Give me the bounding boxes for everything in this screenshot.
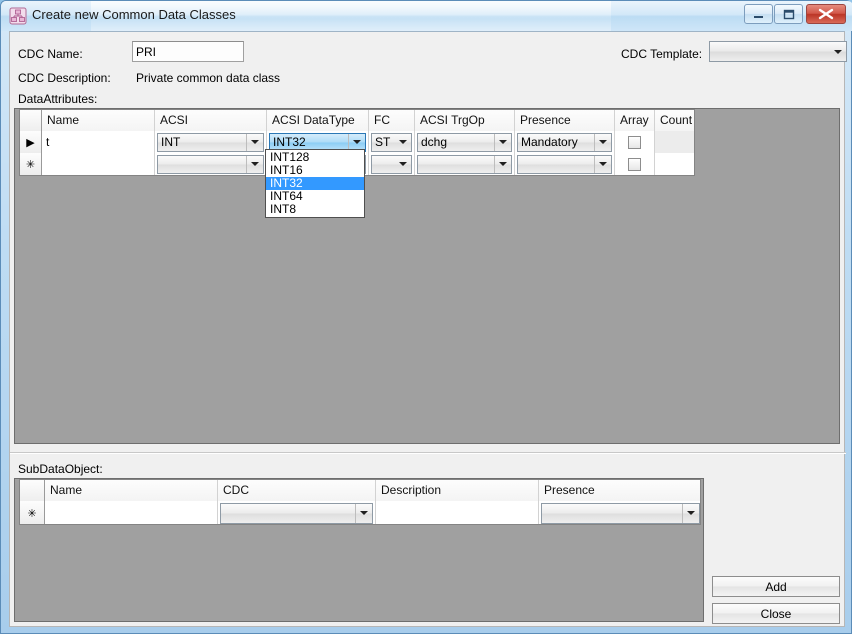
- table-row[interactable]: ✳: [20, 501, 700, 524]
- cell-name: [42, 153, 155, 175]
- column-header-cdc[interactable]: CDC: [218, 480, 376, 501]
- column-header-array[interactable]: Array: [615, 110, 655, 131]
- sub-data-object-grid[interactable]: Name CDC Description Presence ✳: [19, 479, 701, 525]
- cell-fc: ST: [369, 131, 415, 153]
- data-attributes-panel: Name ACSI ACSI DataType FC ACSI TrgOp Pr…: [14, 108, 840, 444]
- acsi-trgop-value: dchg: [421, 135, 448, 149]
- acsi-value: INT: [161, 135, 181, 149]
- column-header-acsi-trgop[interactable]: ACSI TrgOp: [415, 110, 515, 131]
- cell-name: [45, 501, 218, 524]
- column-header-acsi[interactable]: ACSI: [155, 110, 267, 131]
- cell-cdc: [218, 501, 376, 524]
- dropdown-option[interactable]: INT8: [266, 203, 364, 216]
- fc-combobox[interactable]: ST: [371, 132, 412, 152]
- cdc-combobox[interactable]: [220, 502, 373, 524]
- sub-data-object-label: SubDataObject:: [18, 462, 103, 476]
- chevron-down-icon[interactable]: [348, 133, 365, 151]
- cell-presence: [515, 153, 615, 175]
- chevron-down-icon[interactable]: [594, 133, 611, 151]
- cell-count: [655, 131, 694, 153]
- cell-array: [615, 131, 655, 153]
- chevron-down-icon[interactable]: [494, 155, 511, 173]
- close-window-button[interactable]: [806, 4, 846, 24]
- sub-data-object-grid-header: Name CDC Description Presence: [20, 480, 700, 502]
- dialog-client-area: CDC Name: CDC Template: CDC Description:…: [9, 31, 847, 627]
- cdc-template-label: CDC Template:: [621, 47, 703, 61]
- array-checkbox[interactable]: [628, 135, 641, 149]
- row-selector-new[interactable]: ✳: [20, 153, 42, 175]
- acsi-trgop-combobox[interactable]: [417, 154, 512, 174]
- hierarchy-icon: [9, 7, 27, 25]
- cdc-name-label: CDC Name:: [18, 47, 83, 61]
- presence-value: Mandatory: [521, 135, 578, 149]
- chevron-down-icon[interactable]: [594, 155, 611, 173]
- chevron-down-icon[interactable]: [395, 134, 411, 151]
- chevron-down-icon[interactable]: [395, 156, 411, 173]
- cell-acsi: [155, 153, 267, 175]
- row-header-column: [20, 110, 42, 131]
- column-header-count[interactable]: Count: [655, 110, 694, 131]
- chevron-down-icon[interactable]: [355, 503, 372, 523]
- row-header-column: [20, 480, 45, 501]
- section-divider: [10, 452, 846, 454]
- cell-fc: [369, 153, 415, 175]
- cell-name: t: [42, 131, 155, 153]
- cell-acsi: INT: [155, 131, 267, 153]
- chevron-down-icon[interactable]: [494, 133, 511, 151]
- cell-array: [615, 153, 655, 175]
- fc-combobox[interactable]: [371, 154, 412, 174]
- presence-combobox[interactable]: Mandatory: [517, 132, 612, 152]
- cell-presence: Mandatory: [515, 131, 615, 153]
- acsi-trgop-combobox[interactable]: dchg: [417, 132, 512, 152]
- acsi-combobox[interactable]: INT: [157, 132, 264, 152]
- cdc-template-combobox[interactable]: [709, 41, 847, 62]
- array-checkbox[interactable]: [628, 157, 641, 171]
- sub-data-object-panel: Name CDC Description Presence ✳: [14, 478, 704, 622]
- cell-acsi-trgop: [415, 153, 515, 175]
- cell-presence: [539, 501, 700, 524]
- title-bar[interactable]: Create new Common Data Classes: [1, 1, 852, 31]
- column-header-fc[interactable]: FC: [369, 110, 415, 131]
- column-header-presence[interactable]: Presence: [515, 110, 615, 131]
- fc-value: ST: [375, 135, 391, 149]
- chevron-down-icon[interactable]: [829, 42, 846, 61]
- acsi-datatype-dropdown-list[interactable]: INT128 INT16 INT32 INT64 INT8: [265, 149, 365, 218]
- row-selector-new[interactable]: ✳: [20, 501, 45, 524]
- column-header-name[interactable]: Name: [45, 480, 218, 501]
- row-selector-current[interactable]: ▶: [20, 131, 42, 153]
- cell-name-value[interactable]: t: [46, 135, 49, 149]
- close-button[interactable]: Close: [712, 603, 840, 624]
- chevron-down-icon[interactable]: [246, 133, 263, 151]
- column-header-presence[interactable]: Presence: [539, 480, 700, 501]
- column-header-acsi-datatype[interactable]: ACSI DataType: [267, 110, 369, 131]
- chevron-down-icon[interactable]: [682, 503, 699, 523]
- presence-combobox[interactable]: [541, 502, 700, 524]
- data-attributes-grid-header: Name ACSI ACSI DataType FC ACSI TrgOp Pr…: [20, 110, 694, 132]
- cell-count: [655, 153, 694, 175]
- window-title: Create new Common Data Classes: [32, 7, 236, 22]
- cdc-description-value[interactable]: Private common data class: [136, 71, 280, 85]
- cell-acsi-trgop: dchg: [415, 131, 515, 153]
- cdc-name-input[interactable]: [132, 41, 244, 62]
- cell-description: [376, 501, 539, 524]
- acsi-combobox[interactable]: [157, 154, 264, 174]
- column-header-description[interactable]: Description: [376, 480, 539, 501]
- presence-combobox[interactable]: [517, 154, 612, 174]
- acsi-datatype-value: INT32: [273, 135, 306, 149]
- column-header-name[interactable]: Name: [42, 110, 155, 131]
- dialog-window: Create new Common Data Classes CDC Name:…: [0, 0, 852, 634]
- minimize-button[interactable]: [744, 4, 773, 24]
- maximize-button[interactable]: [774, 4, 803, 24]
- data-attributes-label: DataAttributes:: [18, 92, 98, 106]
- add-button[interactable]: Add: [712, 576, 840, 597]
- chevron-down-icon[interactable]: [246, 155, 263, 173]
- cdc-description-label: CDC Description:: [18, 71, 111, 85]
